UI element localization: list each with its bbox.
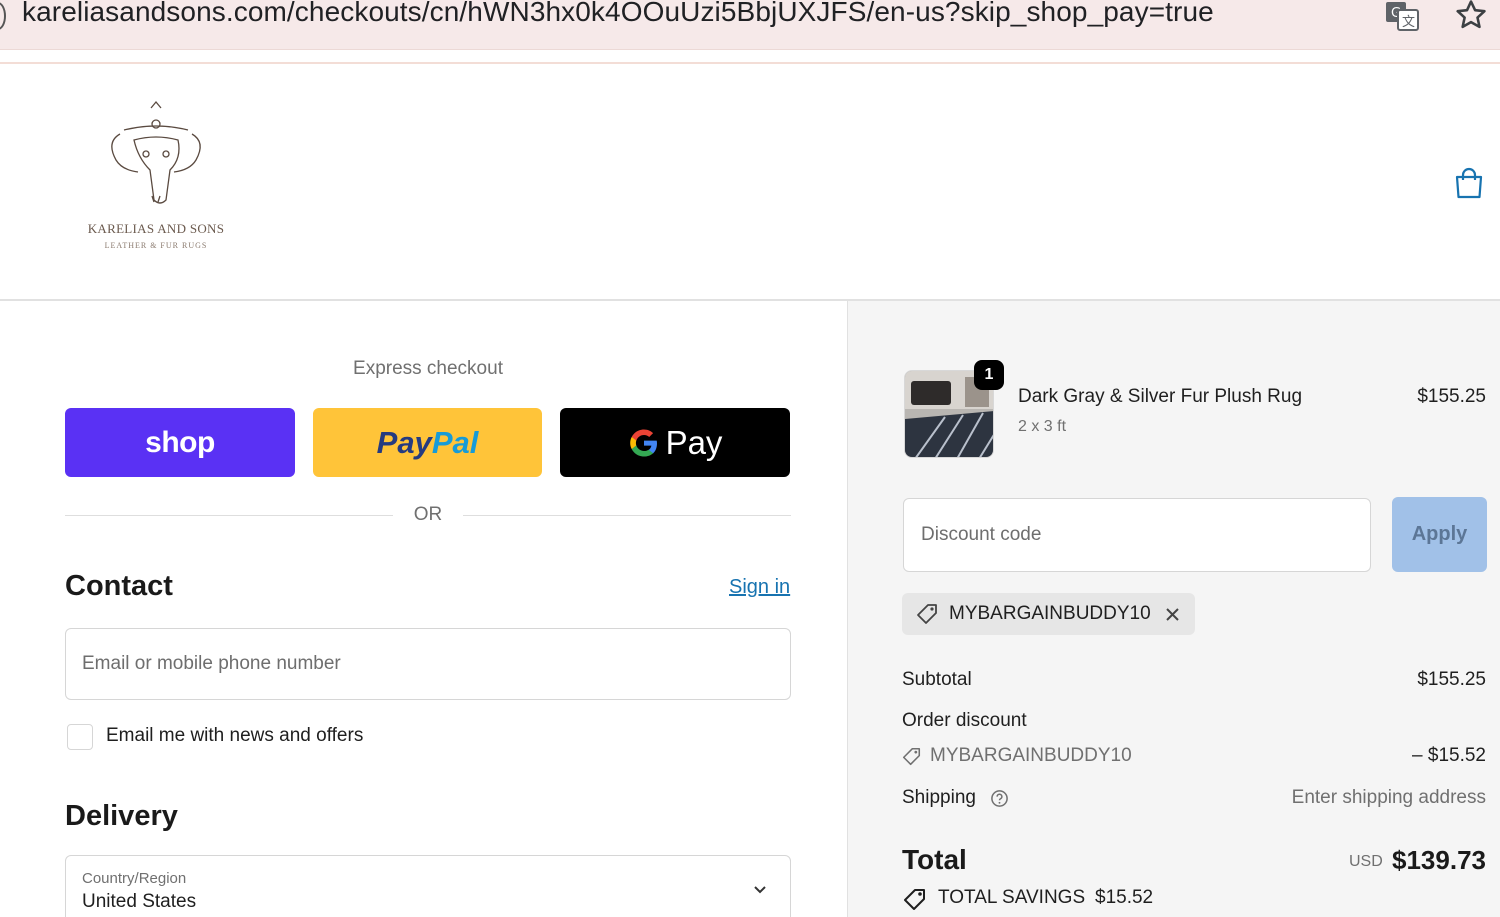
applied-discount-chip: MYBARGAINBUDDY10 [902,593,1195,635]
applied-discount-code: MYBARGAINBUDDY10 [949,603,1151,624]
product-price: $155.25 [1417,386,1486,407]
header-accent-line [0,62,1500,64]
savings-tag-icon [904,889,925,910]
help-circle-icon[interactable] [990,789,1009,808]
tag-icon [917,604,937,624]
quantity-badge: 1 [974,360,1004,390]
or-divider: OR [65,502,791,528]
chevron-down-icon [754,886,766,894]
order-discount-label: Order discount [902,710,1027,731]
sign-in-link[interactable]: Sign in [729,576,790,599]
shopping-bag-icon[interactable] [1453,166,1485,200]
country-region-label: Country/Region [82,870,187,887]
translate-icon[interactable]: G 文 [1384,0,1420,32]
order-discount-value: – $15.52 [1412,745,1486,766]
delivery-heading: Delivery [65,800,178,832]
bull-skull-logo-icon [111,100,201,204]
svg-text:文: 文 [1402,15,1415,30]
discount-tag-icon [902,747,921,766]
email-field-wrapper [65,628,791,700]
shop-pay-button[interactable]: shop [65,408,295,477]
total-label: Total [902,844,967,875]
logo-tagline: LEATHER & FUR RUGS [104,241,208,250]
total-savings-label: TOTAL SAVINGS [938,887,1086,908]
shipping-label: Shipping [902,787,976,808]
email-field[interactable] [66,629,790,699]
contact-heading: Contact [65,570,173,602]
paypal-button[interactable]: Pay Pal [313,408,542,477]
total-value: $139.73 [1392,845,1486,875]
country-region-select[interactable]: Country/Region United States [65,855,791,917]
total-savings-value: $15.52 [1095,887,1154,908]
country-region-value: United States [82,891,197,912]
apply-discount-button[interactable]: Apply [1392,497,1487,572]
shipping-value: Enter shipping address [1291,787,1486,808]
news-offers-checkbox[interactable] [67,724,93,750]
google-pay-label: Pay [665,423,723,461]
site-info-icon[interactable] [0,2,6,30]
product-variant: 2 x 3 ft [1018,418,1067,435]
logo-name: KARELIAS AND SONS [87,221,225,236]
star-icon[interactable] [1454,0,1488,32]
product-name: Dark Gray & Silver Fur Plush Rug [1018,386,1303,407]
subtotal-value: $155.25 [1417,669,1486,690]
browser-address-bar: kareliasandsons.com/checkouts/cn/hWN3hx0… [0,0,1500,50]
order-discount-code: MYBARGAINBUDDY10 [930,745,1132,766]
subtotal-label: Subtotal [902,669,972,690]
store-logo[interactable]: KARELIAS AND SONS LEATHER & FUR RUGS [76,100,236,260]
discount-field-wrapper [903,498,1371,572]
google-g-icon [629,429,657,456]
paypal-label-part1: Pay [376,424,432,460]
news-offers-label[interactable]: Email me with news and offers [106,725,363,747]
url-text[interactable]: kareliasandsons.com/checkouts/cn/hWN3hx0… [22,0,1214,28]
shop-pay-label: shop [145,425,215,459]
paypal-label-part2: Pal [431,424,479,460]
remove-discount-icon[interactable] [1164,606,1181,623]
discount-code-input[interactable] [904,499,1370,571]
total-currency: USD [1349,853,1383,870]
express-checkout-label: Express checkout [353,358,503,379]
google-pay-button[interactable]: Pay [560,408,790,477]
